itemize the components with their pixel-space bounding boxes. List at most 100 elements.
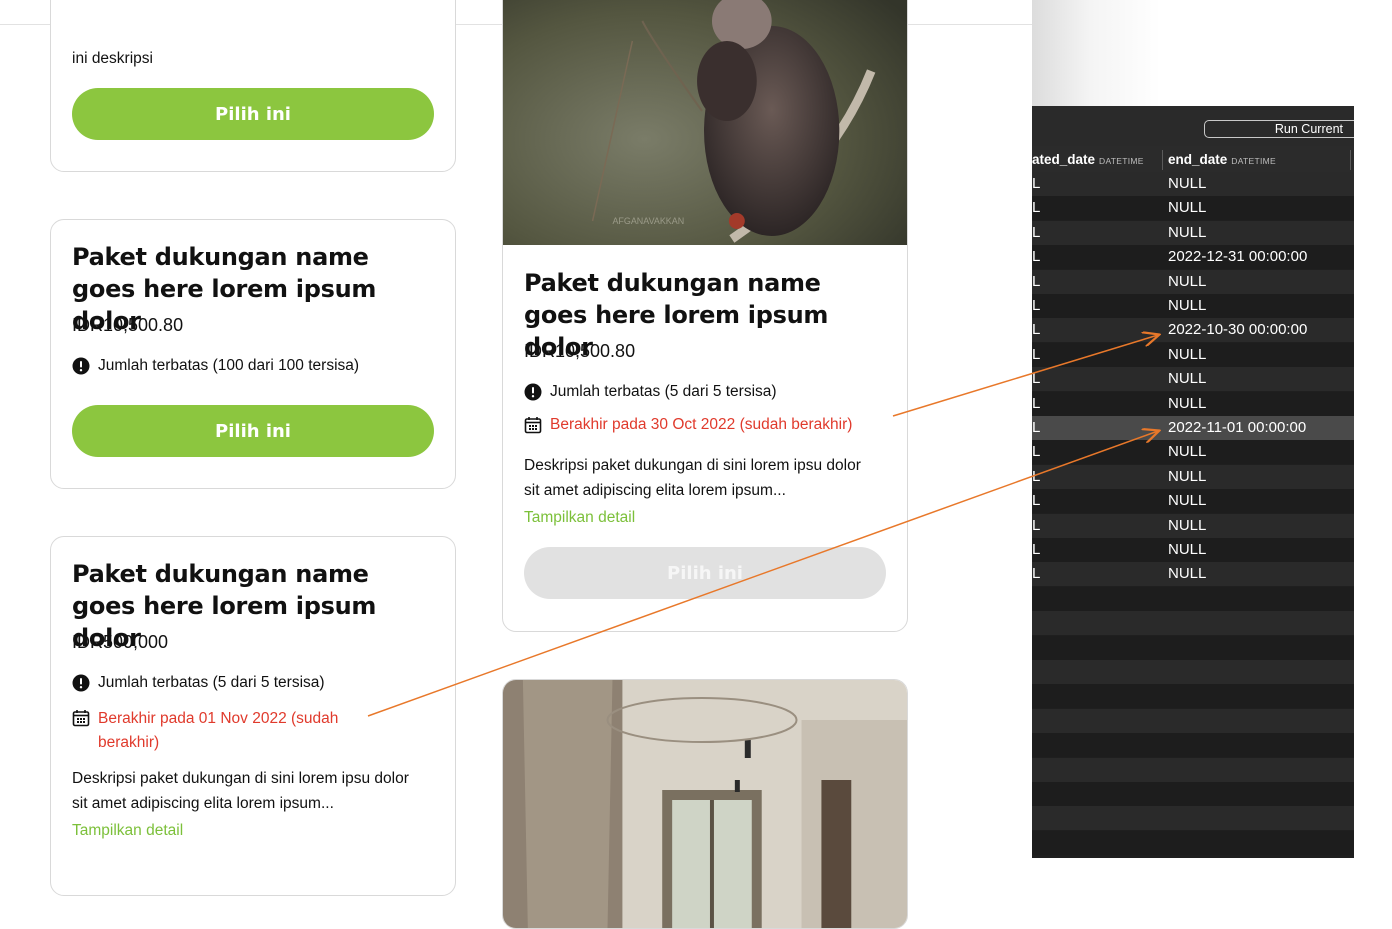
- column-header-ated-date[interactable]: ated_date DATETIME: [1032, 152, 1144, 167]
- package-description: Deskripsi paket dukungan di sini lorem i…: [72, 770, 409, 812]
- table-row[interactable]: [1032, 586, 1354, 611]
- table-cell[interactable]: L: [1032, 395, 1040, 412]
- table-cell[interactable]: 2022-10-30 00:00:00: [1168, 321, 1307, 338]
- table-cell[interactable]: NULL: [1168, 273, 1206, 290]
- table-row[interactable]: L NULL: [1032, 538, 1354, 562]
- table-cell[interactable]: L: [1032, 443, 1040, 460]
- table-row[interactable]: [1032, 660, 1354, 684]
- column-divider[interactable]: [1162, 150, 1163, 170]
- table-cell[interactable]: NULL: [1168, 297, 1206, 314]
- table-cell[interactable]: 2022-12-31 00:00:00: [1168, 248, 1307, 265]
- table-row[interactable]: L 2022-11-01 00:00:00: [1032, 416, 1354, 440]
- ended-info: Berakhir pada 30 Oct 2022 (sudah berakhi…: [524, 416, 852, 434]
- table-cell[interactable]: 2022-11-01 00:00:00: [1168, 419, 1306, 436]
- package-card-4: AFGANAVAKKAN Paket dukungan name goes he…: [502, 0, 908, 632]
- table-cell[interactable]: L: [1032, 273, 1040, 290]
- package-image: [503, 680, 907, 928]
- quota-text: Jumlah terbatas (5 dari 5 tersisa): [98, 674, 325, 691]
- table-cell[interactable]: NULL: [1168, 541, 1206, 558]
- table-row[interactable]: L NULL: [1032, 562, 1354, 587]
- table-row[interactable]: [1032, 782, 1354, 806]
- select-package-button[interactable]: Pilih ini: [72, 405, 434, 457]
- ended-text: Berakhir pada 01 Nov 2022 (sudah berakhi…: [98, 710, 339, 751]
- table-cell[interactable]: NULL: [1168, 565, 1206, 582]
- table-cell[interactable]: NULL: [1168, 443, 1206, 460]
- package-card-1: ini deskripsi Pilih ini: [50, 0, 456, 172]
- table-row[interactable]: [1032, 733, 1354, 758]
- editor-area: [1032, 0, 1354, 106]
- table-row[interactable]: L 2022-12-31 00:00:00: [1032, 245, 1354, 270]
- table-row[interactable]: [1032, 830, 1354, 855]
- table-row[interactable]: [1032, 611, 1354, 636]
- show-detail-link[interactable]: Tampilkan detail: [72, 822, 183, 840]
- ended-text: Berakhir pada 30 Oct 2022 (sudah berakhi…: [550, 416, 853, 433]
- select-package-button-disabled: Pilih ini: [524, 547, 886, 599]
- table-cell[interactable]: L: [1032, 370, 1040, 387]
- show-detail-link[interactable]: Tampilkan detail: [524, 509, 635, 527]
- table-cell[interactable]: NULL: [1168, 199, 1206, 216]
- table-row[interactable]: L NULL: [1032, 294, 1354, 318]
- table-cell[interactable]: L: [1032, 492, 1040, 509]
- ended-info: Berakhir pada 01 Nov 2022 (sudah berakhi…: [72, 707, 372, 755]
- quota-text: Jumlah terbatas (100 dari 100 tersisa): [98, 357, 360, 374]
- package-card-2: Paket dukungan name goes here lorem ipsu…: [50, 219, 456, 489]
- table-cell[interactable]: NULL: [1168, 370, 1206, 387]
- quota-info: Jumlah terbatas (5 dari 5 tersisa): [524, 383, 777, 401]
- table-cell[interactable]: L: [1032, 565, 1040, 582]
- table-cell[interactable]: L: [1032, 541, 1040, 558]
- table-row[interactable]: L NULL: [1032, 342, 1354, 367]
- table-row[interactable]: [1032, 684, 1354, 709]
- table-row[interactable]: [1032, 757, 1354, 782]
- table-cell[interactable]: L: [1032, 199, 1040, 216]
- table-cell[interactable]: L: [1032, 175, 1040, 192]
- table-cell[interactable]: L: [1032, 248, 1040, 265]
- exclamation-circle-icon: [524, 383, 542, 401]
- exclamation-circle-icon: [72, 674, 90, 692]
- table-row[interactable]: L NULL: [1032, 391, 1354, 416]
- quota-info: Jumlah terbatas (100 dari 100 tersisa): [72, 357, 359, 375]
- table-cell[interactable]: L: [1032, 224, 1040, 241]
- calendar-icon: [72, 710, 90, 727]
- table-row[interactable]: L NULL: [1032, 513, 1354, 538]
- table-cell[interactable]: L: [1032, 468, 1040, 485]
- table-row[interactable]: L NULL: [1032, 196, 1354, 221]
- table-row[interactable]: L 2022-10-30 00:00:00: [1032, 318, 1354, 343]
- image-watermark: AFGANAVAKKAN: [612, 216, 684, 226]
- exclamation-circle-icon: [72, 357, 90, 375]
- table-cell[interactable]: NULL: [1168, 224, 1206, 241]
- table-row[interactable]: L NULL: [1032, 172, 1354, 196]
- package-price: IDR10,500.80: [524, 341, 636, 361]
- table-cell[interactable]: NULL: [1168, 492, 1206, 509]
- table-cell[interactable]: L: [1032, 517, 1040, 534]
- column-header-end-date[interactable]: end_date DATETIME: [1168, 152, 1276, 167]
- table-row[interactable]: L NULL: [1032, 464, 1354, 489]
- table-cell[interactable]: L: [1032, 297, 1040, 314]
- table-row[interactable]: L NULL: [1032, 440, 1354, 465]
- table-row[interactable]: L NULL: [1032, 220, 1354, 245]
- table-cell[interactable]: L: [1032, 419, 1040, 436]
- table-cell[interactable]: L: [1032, 346, 1040, 363]
- table-row[interactable]: [1032, 635, 1354, 660]
- table-cell[interactable]: L: [1032, 321, 1040, 338]
- table-row[interactable]: L NULL: [1032, 269, 1354, 294]
- select-package-button[interactable]: Pilih ini: [72, 88, 434, 140]
- package-price: IDR10,500.80: [72, 315, 184, 335]
- table-row[interactable]: L NULL: [1032, 489, 1354, 514]
- table-cell[interactable]: NULL: [1168, 395, 1206, 412]
- table-cell[interactable]: NULL: [1168, 346, 1206, 363]
- table-cell[interactable]: NULL: [1168, 175, 1206, 192]
- table-row[interactable]: [1032, 806, 1354, 831]
- window-edge: [1354, 0, 1392, 890]
- table-cell[interactable]: NULL: [1168, 468, 1206, 485]
- quota-info: Jumlah terbatas (5 dari 5 tersisa): [72, 674, 325, 692]
- table-cell[interactable]: NULL: [1168, 517, 1206, 534]
- package-price: IDR500,000: [72, 632, 169, 652]
- run-current-button[interactable]: Run Current: [1204, 120, 1354, 138]
- table-row[interactable]: [1032, 708, 1354, 733]
- column-divider[interactable]: [1350, 150, 1351, 170]
- package-card-3: Paket dukungan name goes here lorem ipsu…: [50, 536, 456, 896]
- database-result-pane: Run Current ated_date DATETIME end_date DA…: [1032, 0, 1354, 858]
- package-card-5: [502, 679, 908, 929]
- table-row[interactable]: L NULL: [1032, 367, 1354, 392]
- package-description: ini deskripsi: [72, 50, 153, 67]
